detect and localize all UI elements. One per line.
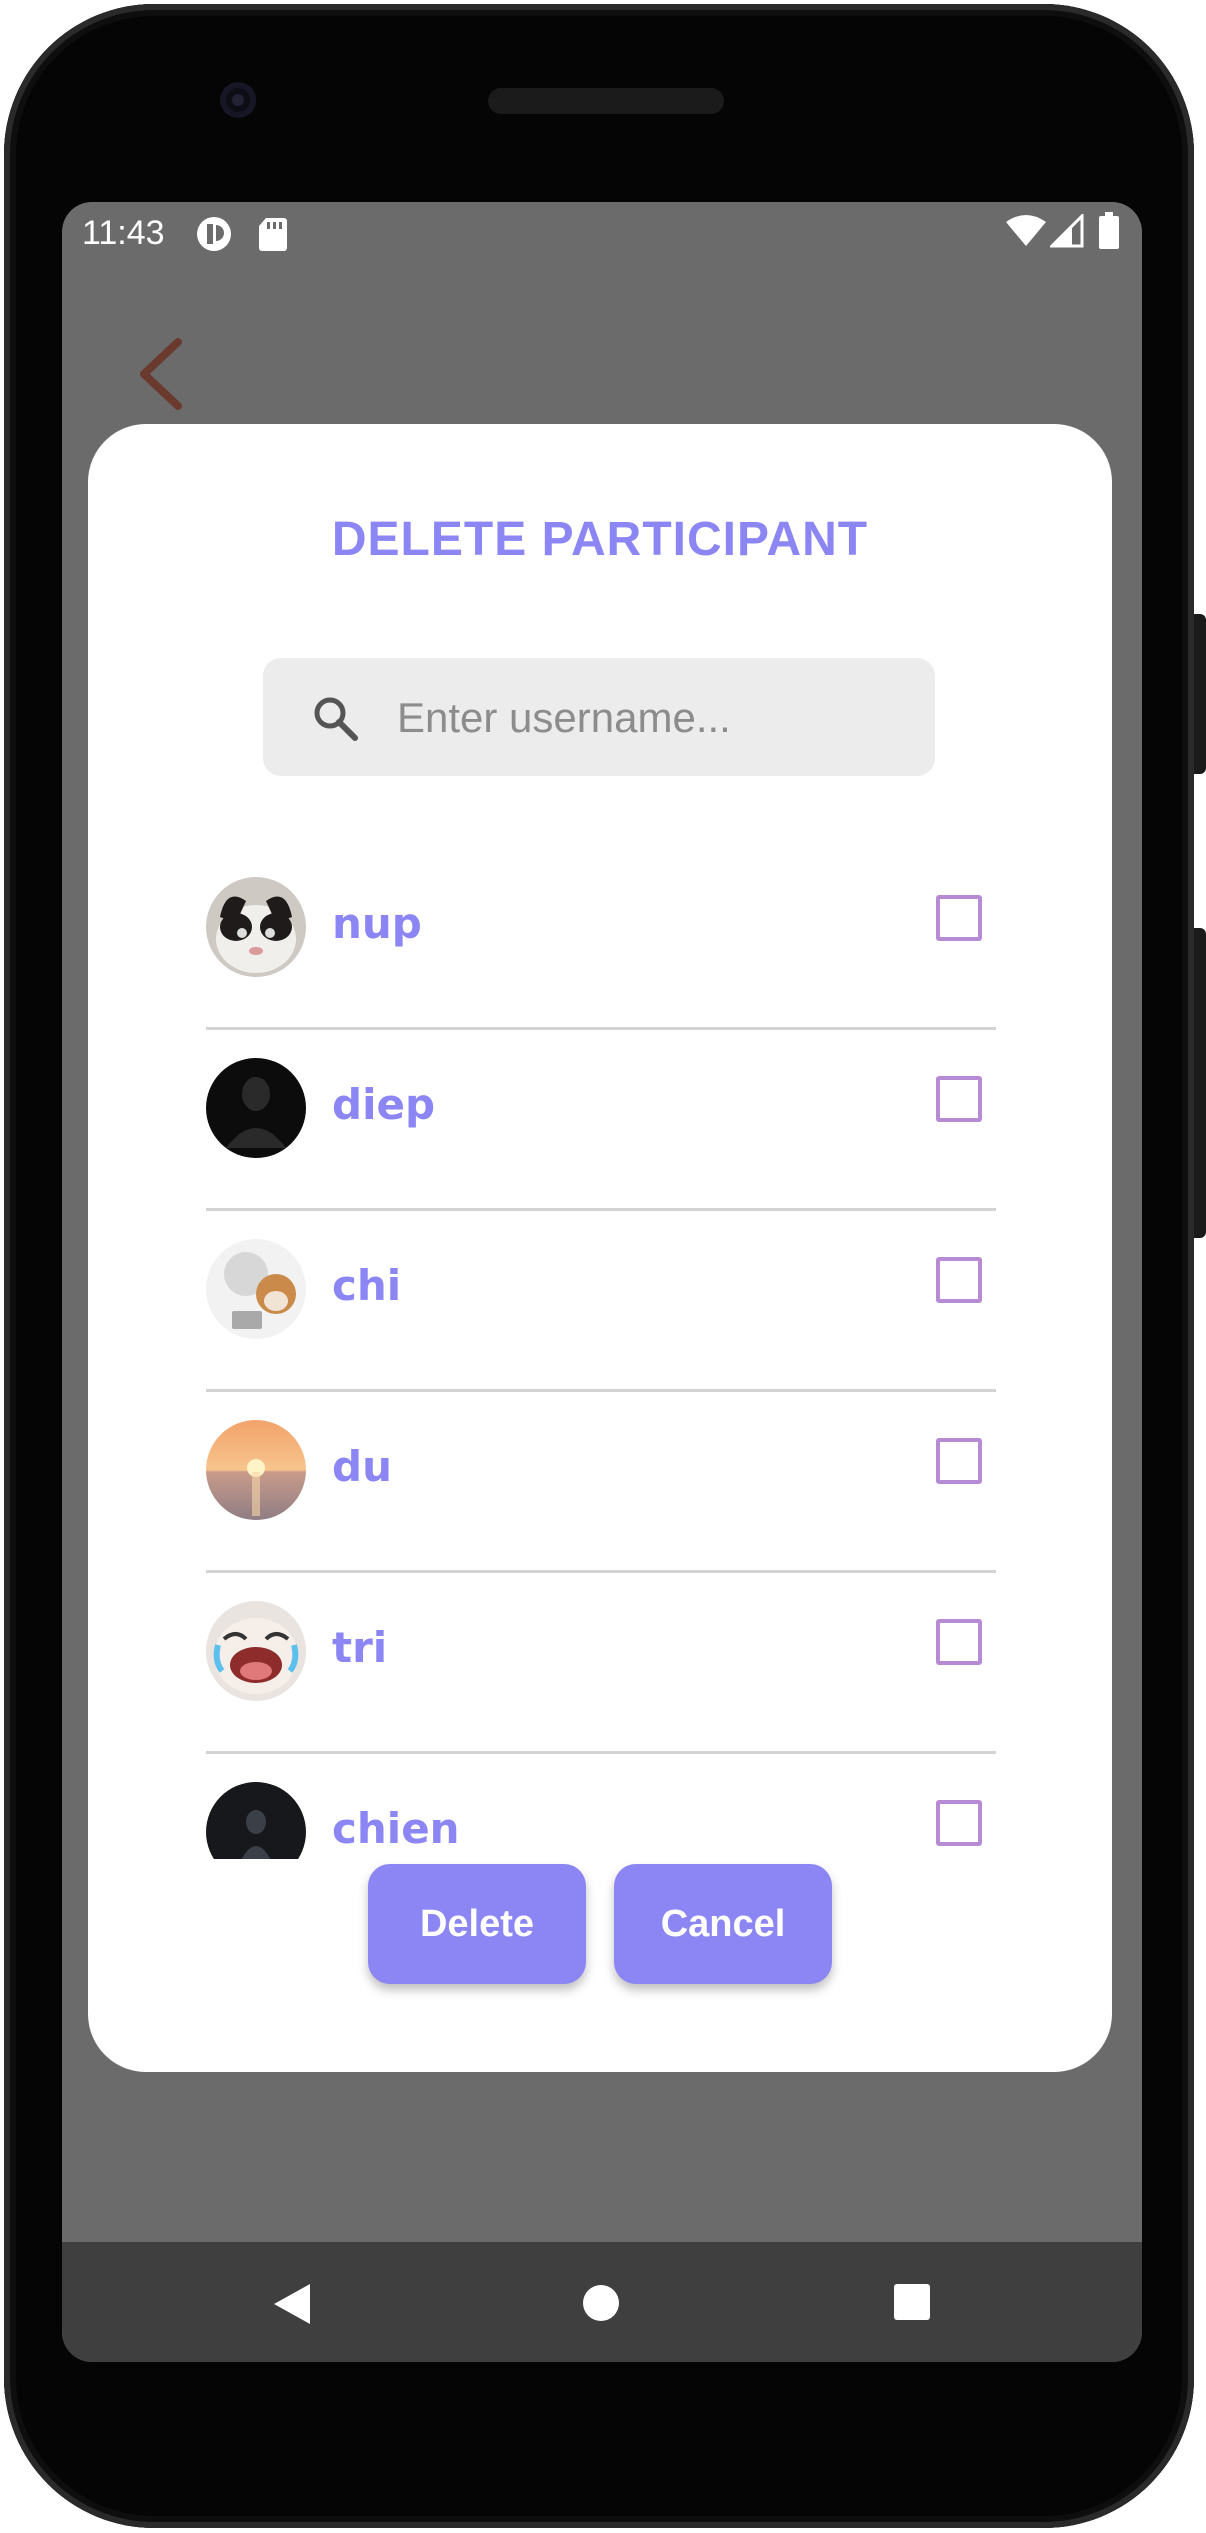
- avatar-cat-icon: [206, 877, 306, 977]
- participant-name: diep: [332, 1080, 436, 1129]
- participant-row: chien: [206, 1754, 996, 1859]
- participant-checkbox[interactable]: [936, 895, 982, 941]
- cell-signal-icon: [1050, 214, 1084, 248]
- phone-frame: 11:43 DELETE PARTICIPANT Enter username.…: [4, 4, 1206, 2528]
- dialog-title: DELETE PARTICIPANT: [331, 513, 869, 566]
- status-time: 11:43: [82, 214, 165, 252]
- avatar-sunset-icon: [206, 1420, 306, 1520]
- cancel-button[interactable]: Cancel: [614, 1864, 832, 1984]
- participant-checkbox[interactable]: [936, 1076, 982, 1122]
- nav-recents-icon[interactable]: [892, 2282, 932, 2322]
- nav-back-icon[interactable]: [272, 2282, 312, 2326]
- delete-participant-dialog: DELETE PARTICIPANT Enter username... nup…: [88, 424, 1112, 2072]
- participant-name: du: [332, 1442, 392, 1491]
- participant-row: du: [206, 1392, 996, 1573]
- participant-row: chi: [206, 1211, 996, 1392]
- avatar-cats-laptop-icon: [206, 1239, 306, 1339]
- earpiece-speaker: [488, 88, 724, 114]
- username-search-input[interactable]: [395, 684, 899, 752]
- battery-icon: [1099, 212, 1119, 249]
- participant-name: tri: [332, 1623, 388, 1672]
- participant-name: chien: [332, 1804, 460, 1853]
- wifi-icon: [1006, 215, 1046, 246]
- participant-checkbox[interactable]: [936, 1257, 982, 1303]
- search-bar: [263, 658, 935, 776]
- participant-row: diep: [206, 1030, 996, 1211]
- participant-checkbox[interactable]: [936, 1619, 982, 1665]
- volume-button: [1194, 928, 1206, 1238]
- participant-name: chi: [332, 1261, 402, 1310]
- avatar-crying-cat-icon: [206, 1601, 306, 1701]
- participant-row: nup: [206, 849, 996, 1030]
- back-arrow-icon[interactable]: [124, 334, 204, 414]
- search-icon: [314, 697, 358, 741]
- participant-list: nup diep chi du tri chien: [206, 849, 996, 1859]
- screen: 11:43 DELETE PARTICIPANT Enter username.…: [62, 202, 1142, 2362]
- nav-home-icon[interactable]: [580, 2282, 622, 2324]
- participant-name: nup: [332, 899, 422, 948]
- power-button: [1194, 614, 1206, 774]
- sd-card-icon: [259, 218, 287, 251]
- navigation-bar: [62, 2242, 1142, 2362]
- avatar-dark-silhouette-icon: [206, 1782, 306, 1859]
- participant-row: tri: [206, 1573, 996, 1754]
- participant-checkbox[interactable]: [936, 1438, 982, 1484]
- front-camera: [220, 82, 256, 118]
- participant-checkbox[interactable]: [936, 1800, 982, 1846]
- app-notification-icon: [197, 217, 231, 251]
- delete-button[interactable]: Delete: [368, 1864, 586, 1984]
- default-avatar-icon: [206, 1058, 306, 1158]
- status-bar: 11:43: [62, 202, 1142, 262]
